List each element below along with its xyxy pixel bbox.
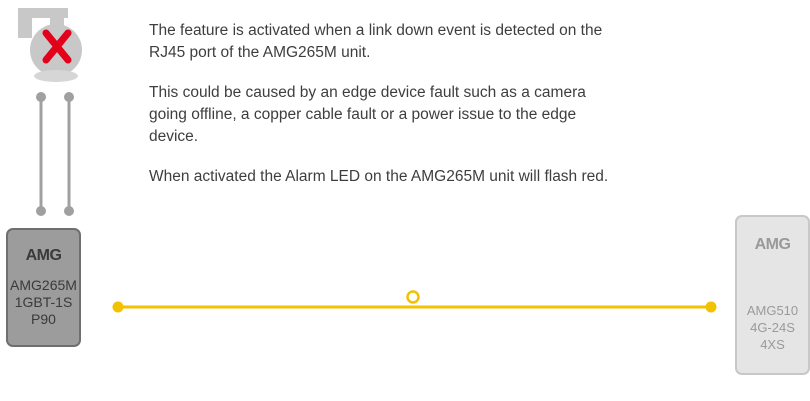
unit-model-line-2: 1GBT-1S (14, 294, 73, 310)
copper-cable-link (36, 92, 74, 216)
description-paragraph-2: This could be caused by an edge device f… (149, 84, 586, 145)
link-status-indicator (406, 290, 420, 304)
feature-description: The feature is activated when a link dow… (149, 20, 619, 206)
dome-camera-icon (18, 8, 82, 82)
amg510-unit: AMG AMG510 4G-24S 4XS (735, 215, 810, 375)
fiber-link (112, 290, 717, 313)
description-paragraph-3: When activated the Alarm LED on the AMG2… (149, 168, 609, 185)
unit-model-line-3: 4XS (760, 337, 785, 352)
amg265m-unit: AMG AMG265M 1GBT-1S P90 (6, 228, 81, 347)
amg-logo: AMG (25, 247, 62, 264)
unit-model-line-1: AMG265M (10, 277, 77, 293)
unit-model-line-3: P90 (31, 311, 56, 327)
description-paragraph-1: The feature is activated when a link dow… (149, 22, 603, 61)
unit-model-line-2: 4G-24S (750, 320, 795, 335)
unit-model-line-1: AMG510 (746, 303, 799, 318)
amg-logo: AMG (754, 236, 791, 253)
